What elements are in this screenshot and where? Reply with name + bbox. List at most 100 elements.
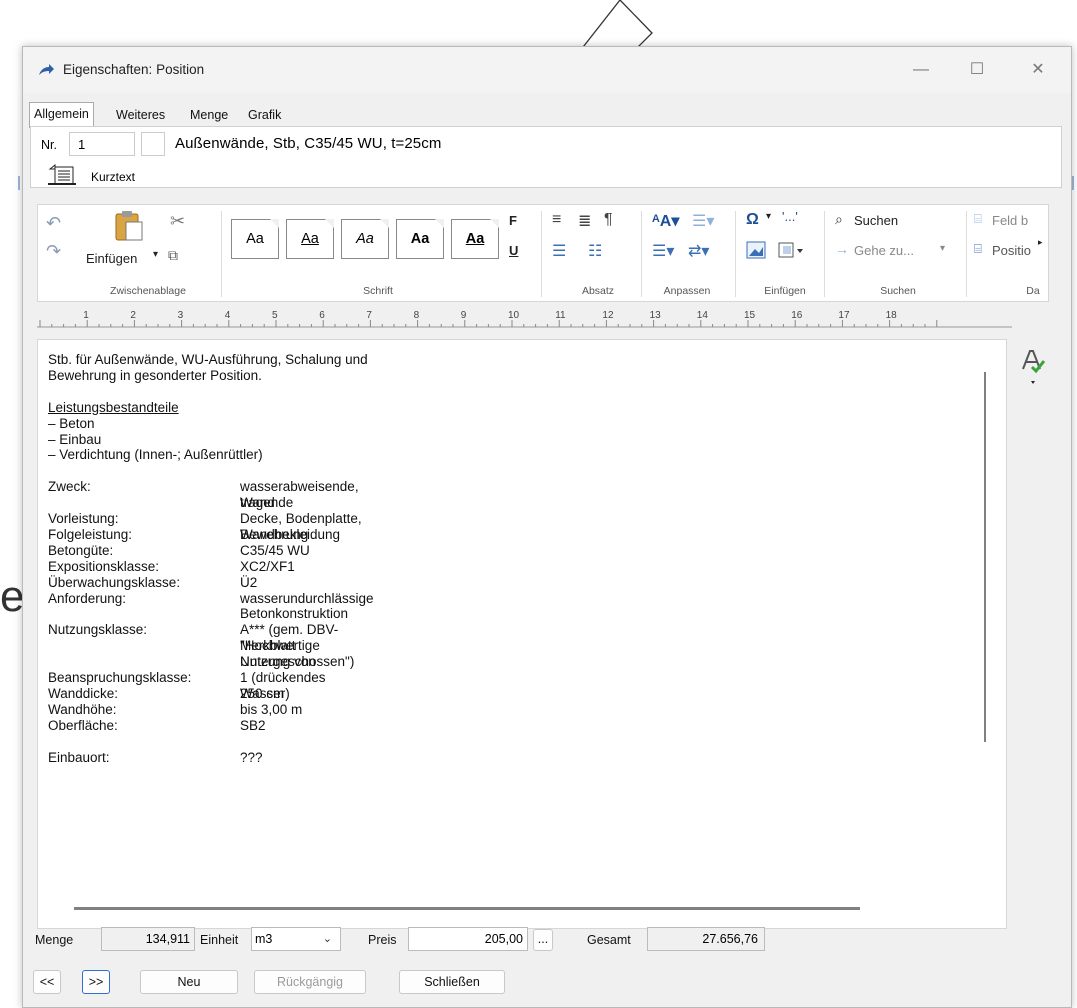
property-value: Wandbekleidung	[240, 526, 341, 542]
image-icon[interactable]	[746, 241, 766, 259]
position-button[interactable]: Positio	[992, 243, 1031, 258]
ribbon-scroll-right-icon[interactable]: ▸	[1038, 237, 1043, 248]
list-item: – Beton	[48, 415, 95, 431]
goto-dropdown-icon[interactable]: ▾	[940, 243, 945, 254]
list-item: – Verdichtung (Innen-; Außenrüttler)	[48, 447, 263, 463]
symbol-dropdown-icon[interactable]: ▾	[766, 211, 771, 222]
ruler-label: 11	[555, 310, 566, 321]
minimize-button[interactable]: —	[898, 57, 944, 83]
group-label-clipboard: Zwischenablage	[110, 285, 186, 297]
property-value: Wand	[240, 495, 275, 511]
ribbon-separator	[735, 211, 736, 297]
short-text-field[interactable]: Außenwände, Stb, C35/45 WU, t=25cm	[175, 135, 441, 152]
menge-field[interactable]: 134,911	[101, 927, 195, 951]
long-text-editor[interactable]: Stb. für Außenwände, WU-Ausführung, Scha…	[37, 339, 1007, 929]
field-button[interactable]: Feld b	[992, 213, 1028, 228]
underline-button[interactable]: U	[509, 243, 518, 258]
style-italic-button[interactable]: Aa	[341, 219, 389, 259]
paste-icon[interactable]	[112, 209, 146, 243]
nr-suffix-field[interactable]	[141, 132, 165, 156]
undo-button[interactable]: Rückgängig	[254, 970, 366, 994]
indent-icon[interactable]: ☰▾	[692, 211, 714, 231]
style-bold-button[interactable]: Aa	[396, 219, 444, 259]
paste-button[interactable]: Einfügen	[86, 251, 137, 266]
property-value: SB2	[240, 717, 266, 733]
spellcheck-icon[interactable]	[1019, 347, 1049, 387]
ribbon-separator	[541, 211, 542, 297]
section-heading: Leistungsbestandteile	[48, 399, 179, 415]
text-direction-icon[interactable]: ⇄▾	[688, 241, 709, 261]
style-bold-underline-button[interactable]: Aa	[451, 219, 499, 259]
ruler-label: 18	[885, 310, 897, 321]
tab-weiteres[interactable]: Weiteres	[112, 104, 169, 126]
ruler-label: 17	[838, 310, 850, 321]
justify-icon[interactable]: ≣	[578, 211, 591, 231]
cut-icon[interactable]: ✂	[170, 211, 185, 232]
new-button[interactable]: Neu	[140, 970, 238, 994]
redo-icon[interactable]: ↷	[46, 241, 61, 262]
search-icon[interactable]: ⌕	[835, 211, 843, 228]
ruler-label: 14	[696, 310, 708, 321]
bold-button[interactable]: F	[509, 213, 517, 228]
ribbon-separator	[221, 211, 222, 297]
horizontal-scrollbar[interactable]	[74, 907, 860, 910]
goto-button[interactable]: Gehe zu...	[854, 243, 914, 258]
kurztext-document-icon[interactable]	[47, 163, 77, 187]
nr-label: Nr.	[41, 138, 57, 152]
undo-icon[interactable]: ↶	[46, 213, 61, 234]
copy-icon[interactable]: ⧉	[168, 247, 178, 264]
align-left-icon[interactable]: ≡	[552, 211, 561, 229]
numbered-list-icon[interactable]: ☷	[588, 241, 602, 261]
gesamt-label: Gesamt	[587, 933, 631, 947]
preis-field[interactable]: 205,00	[408, 927, 528, 951]
font-size-icon[interactable]: ᴬA▾	[652, 211, 679, 231]
style-normal-button[interactable]: Aa	[231, 219, 279, 259]
nr-field[interactable]: 1	[69, 132, 135, 156]
special-chars-button[interactable]: '...'	[782, 209, 798, 224]
object-icon[interactable]	[778, 241, 804, 259]
ruler-label: 5	[272, 310, 278, 321]
property-label: Wandhöhe:	[48, 701, 117, 717]
preis-details-button[interactable]: ...	[533, 929, 553, 951]
pilcrow-icon[interactable]: ¶	[604, 211, 613, 229]
maximize-button[interactable]: ☐	[954, 57, 1000, 83]
property-value: Untergeschossen")	[240, 654, 355, 670]
property-label: Oberfläche:	[48, 717, 118, 733]
symbol-button[interactable]: Ω	[746, 211, 759, 229]
line-spacing-icon[interactable]: ☰▾	[652, 241, 674, 261]
ruler-label: 7	[366, 310, 372, 321]
ruler-label: 12	[602, 310, 614, 321]
einheit-label: Einheit	[200, 933, 239, 947]
einbauort-value: ???	[240, 749, 263, 765]
tab-allgemein[interactable]: Allgemein	[29, 102, 94, 128]
next-button[interactable]: >>	[82, 970, 110, 994]
paste-dropdown-icon[interactable]: ▾	[153, 249, 158, 260]
window-title: Eigenschaften: Position	[63, 62, 205, 77]
close-button[interactable]: ✕	[1015, 57, 1061, 83]
style-underline-button[interactable]: Aa	[286, 219, 334, 259]
position-icon[interactable]: ⌸	[974, 241, 982, 257]
einheit-select[interactable]: m3 ⌄	[251, 927, 341, 951]
arrow-right-icon[interactable]: →	[835, 241, 849, 257]
property-value: C35/45 WU	[240, 542, 310, 558]
search-button[interactable]: Suchen	[854, 213, 898, 228]
property-label: Wanddicke:	[48, 685, 119, 701]
bullet-list-icon[interactable]: ☰	[552, 241, 566, 261]
ribbon-separator	[966, 211, 967, 297]
group-label-search: Suchen	[880, 285, 916, 297]
property-label: Vorleistung:	[48, 511, 119, 527]
ruler-label: 13	[649, 310, 661, 321]
ruler-label: 10	[508, 310, 520, 321]
title-bar[interactable]: Eigenschaften: Position — ☐ ✕	[23, 47, 1071, 93]
property-label: Anforderung:	[48, 590, 127, 606]
previous-button[interactable]: <<	[33, 970, 61, 994]
property-label: Expositionsklasse:	[48, 558, 160, 574]
property-value: wasserundurchlässige	[240, 590, 374, 606]
close-dialog-button[interactable]: Schließen	[399, 970, 505, 994]
preis-label: Preis	[368, 933, 397, 947]
einheit-value: m3	[255, 932, 273, 946]
tab-menge[interactable]: Menge	[186, 104, 232, 126]
tab-grafik[interactable]: Grafik	[244, 104, 285, 126]
field-icon[interactable]: ⌸	[974, 211, 982, 227]
vertical-scrollbar[interactable]	[984, 372, 986, 742]
